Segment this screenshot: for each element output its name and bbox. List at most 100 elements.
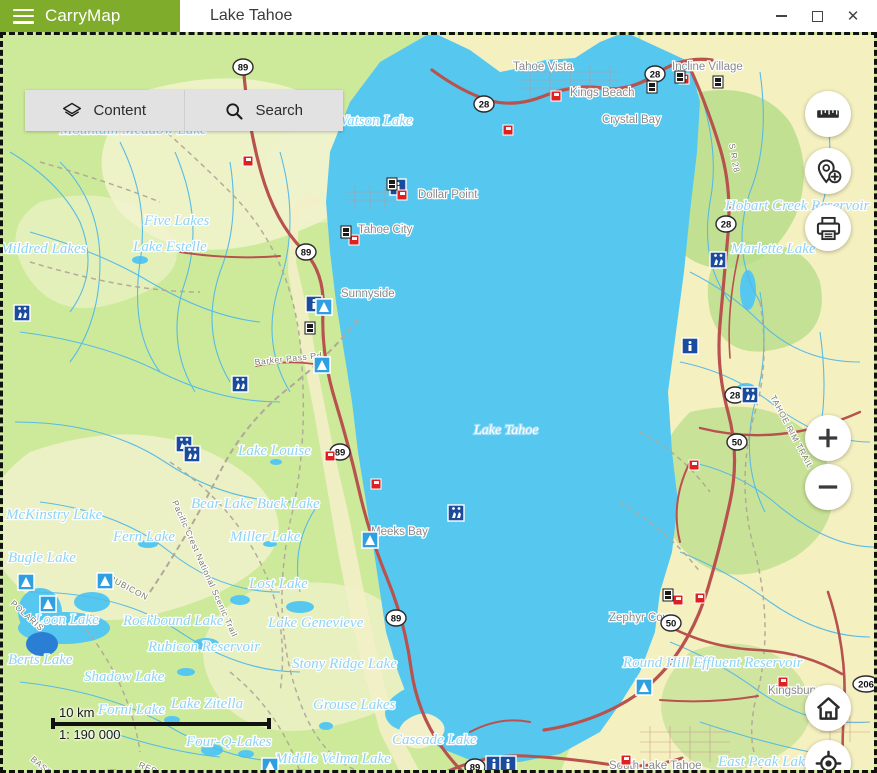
highway-shield: 89 [386,610,406,626]
map-poi-hike-icon[interactable] [14,305,30,321]
map-poi-red-icon[interactable] [371,479,381,489]
scale-bar-line [51,722,271,726]
document-title: Lake Tahoe [210,7,292,25]
map-poi-dark-icon[interactable] [647,81,657,93]
svg-text:28: 28 [730,391,741,402]
scale-distance: 10 km [59,705,271,720]
map-water-label: Rockbound Lake [122,613,224,629]
map-poi-info-icon[interactable] [682,338,698,354]
crosshair-icon [815,750,842,773]
carrymap-window: CarryMap Lake Tahoe ✕ [0,0,877,773]
map-water-label: Fern Lake [112,529,175,545]
map-graphics: Mountain Meadow LakeWatson LakeFive Lake… [0,32,877,773]
map-poi-hike-icon[interactable] [184,446,200,462]
print-button[interactable] [805,205,851,251]
minus-icon [815,474,841,500]
map-poi-dark-icon[interactable] [387,178,397,190]
svg-text:28: 28 [479,100,490,111]
svg-text:89: 89 [470,763,481,773]
map-water-label: Hobart Creek Reservoir [724,198,870,214]
svg-text:89: 89 [238,63,249,74]
map-poi-red-icon[interactable] [325,451,335,461]
map-poi-camp-icon[interactable] [97,573,113,589]
map-poi-dark-icon[interactable] [305,322,315,334]
map-city-label: Sunnyside [341,288,395,300]
map-canvas[interactable]: Mountain Meadow LakeWatson LakeFive Lake… [0,32,877,773]
zoom-in-button[interactable] [805,415,851,461]
map-water-label: Miller Lake [229,529,301,545]
map-poi-red-icon[interactable] [689,460,699,470]
svg-text:206: 206 [858,680,874,691]
svg-text:28: 28 [650,70,661,81]
map-poi-camp-icon[interactable] [40,596,56,612]
maximize-button[interactable] [799,0,835,32]
map-water-label: Shadow Lake [84,669,165,685]
map-poi-dark-icon[interactable] [675,71,685,83]
map-poi-red-icon[interactable] [243,156,253,166]
map-water-label: Grouse Lakes [313,697,396,713]
map-poi-hike-icon[interactable] [448,505,464,521]
map-poi-camp-icon[interactable] [18,574,34,590]
highway-shield: 50 [661,615,681,631]
tab-search[interactable]: Search [184,90,344,131]
add-marker-button[interactable] [805,148,851,194]
content-search-panel: Content Search [25,90,343,131]
highway-shield: 28 [645,66,665,82]
measure-button[interactable] [805,91,851,137]
map-water-label: Lake Genevieve [267,615,364,631]
svg-text:28: 28 [721,220,732,231]
ruler-icon [815,101,841,127]
map-poi-dark-icon[interactable] [341,226,351,238]
map-poi-hike-icon[interactable] [232,376,248,392]
map-water-label: Lake Estelle [132,239,207,255]
zoom-out-button[interactable] [805,464,851,510]
map-city-label: Tahoe City [358,224,413,236]
map-poi-hike-icon[interactable] [742,387,758,403]
map-city-label: Crystal Bay [602,114,661,126]
map-poi-red-icon[interactable] [551,91,561,101]
map-water-label: Marlette Lake [730,241,816,257]
map-poi-hike-icon[interactable] [710,252,726,268]
map-poi-red-icon[interactable] [503,125,513,135]
map-poi-camp-icon[interactable] [636,679,652,695]
hamburger-icon[interactable] [13,9,34,24]
map-water-label: Round Hill Effluent Reservoir [622,655,803,671]
minimize-button[interactable] [763,0,799,32]
map-water-label: Lost Lake [248,576,308,592]
app-name: CarryMap [45,6,120,26]
map-poi-camp-icon[interactable] [314,357,330,373]
map-poi-info-icon[interactable] [500,756,516,772]
map-poi-red-icon[interactable] [621,755,631,765]
svg-text:89: 89 [335,448,346,459]
svg-text:50: 50 [666,619,677,630]
map-poi-red-icon[interactable] [673,595,683,605]
map-poi-red-icon[interactable] [695,593,705,603]
map-poi-camp-icon[interactable] [316,299,332,315]
lake-tahoe-label: Lake Tahoe [473,423,538,438]
highway-shield: 206 [853,676,877,692]
map-city-label: Tahoe Vista [513,61,573,73]
map-city-label: Kings Beach [570,87,635,99]
home-icon [815,695,842,722]
map-poi-dark-icon[interactable] [663,589,673,601]
close-icon: ✕ [847,9,860,24]
map-poi-dark-icon[interactable] [713,76,723,88]
tab-content[interactable]: Content [25,90,184,131]
home-extent-button[interactable] [805,685,851,731]
document-tab[interactable]: Lake Tahoe [180,0,763,32]
map-pin-plus-icon [815,158,842,185]
layers-icon [62,101,82,121]
title-bar: CarryMap Lake Tahoe ✕ [0,0,877,32]
close-button[interactable]: ✕ [835,0,871,32]
map-poi-red-icon[interactable] [397,190,407,200]
map-poi-camp-icon[interactable] [262,758,278,773]
map-poi-camp-icon[interactable] [362,532,378,548]
highway-shield: 28 [474,96,494,112]
svg-text:89: 89 [301,248,312,259]
map-water-label: Five Lakes [143,213,210,229]
map-water-label: Watson Lake [336,113,413,129]
map-viewport[interactable]: Mountain Meadow LakeWatson LakeFive Lake… [0,32,877,773]
map-city-label: Meeks Bay [371,526,428,538]
map-poi-red-icon[interactable] [778,677,788,687]
map-water-label: Lake Louise [237,443,311,459]
